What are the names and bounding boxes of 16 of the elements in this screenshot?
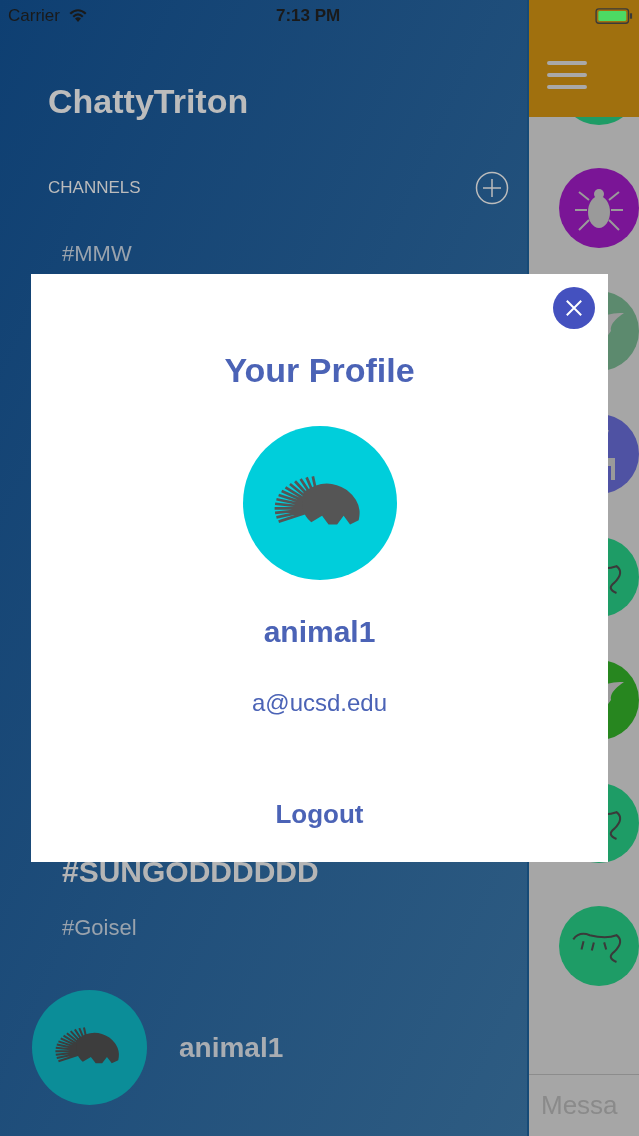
carrier-label: Carrier <box>8 5 60 28</box>
profile-email: a@ucsd.edu <box>251 688 388 718</box>
close-icon <box>565 299 583 317</box>
wifi-icon <box>67 9 88 23</box>
time-label: 7:13 PM <box>275 5 341 28</box>
dialog-title: Your Profile <box>224 350 415 390</box>
app-title: ChattyTriton <box>48 81 250 122</box>
section-heading: CHANNELS <box>48 177 141 200</box>
channel-item[interactable]: #MMW <box>62 239 527 269</box>
logout-button[interactable]: Logout <box>267 798 372 830</box>
battery-icon <box>595 7 635 25</box>
profile-username: animal1 <box>263 614 376 650</box>
channel-item[interactable]: #Goisel <box>62 913 527 943</box>
user-name: animal1 <box>179 1030 284 1065</box>
close-button[interactable] <box>553 287 595 329</box>
add-icon[interactable] <box>475 171 509 205</box>
